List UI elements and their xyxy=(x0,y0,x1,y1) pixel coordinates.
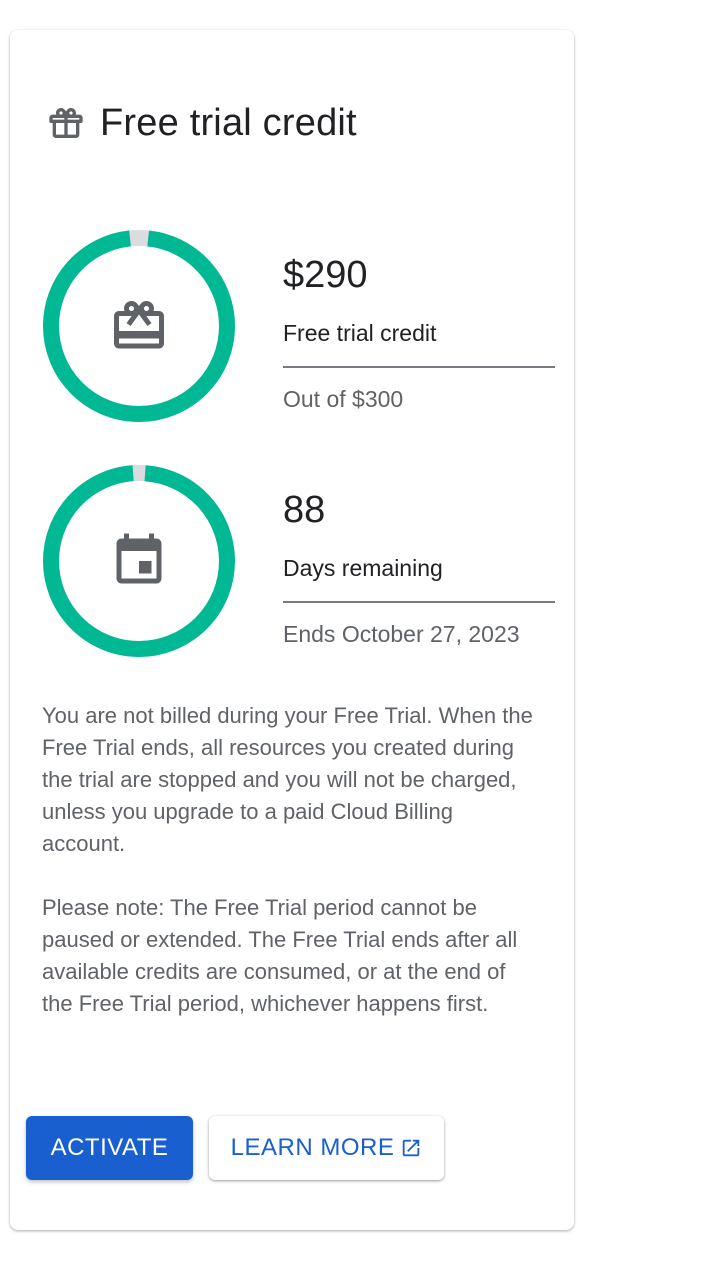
activate-button[interactable]: ACTIVATE xyxy=(26,1116,193,1180)
credit-amount: $290 xyxy=(283,254,368,296)
days-stat: 88 Days remaining Ends October 27, 2023 xyxy=(41,463,561,659)
credit-stat: $290 Free trial credit Out of $300 xyxy=(41,228,561,424)
trial-note-text: Please note: The Free Trial period canno… xyxy=(42,895,518,1016)
action-buttons: ACTIVATE LEARN MORE xyxy=(26,1116,444,1180)
calendar-icon xyxy=(107,529,171,593)
days-label: Days remaining xyxy=(283,555,443,581)
learn-more-button-label: LEARN MORE xyxy=(230,1134,395,1161)
card-title: Free trial credit xyxy=(100,101,357,144)
days-count: 88 xyxy=(283,489,326,531)
credit-label: Free trial credit xyxy=(283,320,437,346)
card-giftcard-icon xyxy=(107,294,171,358)
gift-icon xyxy=(46,103,86,143)
divider xyxy=(283,601,555,603)
billing-info-text: You are not billed during your Free Tria… xyxy=(42,703,533,856)
end-date: Ends October 27, 2023 xyxy=(283,621,520,647)
divider xyxy=(283,366,555,368)
open-in-new-icon xyxy=(400,1137,422,1159)
learn-more-button[interactable]: LEARN MORE xyxy=(209,1116,444,1180)
card-header: Free trial credit xyxy=(46,98,357,148)
activate-button-label: ACTIVATE xyxy=(50,1134,169,1161)
credit-total: Out of $300 xyxy=(283,386,404,412)
free-trial-card: Free trial credit $290 Free trial credit… xyxy=(10,30,574,1230)
